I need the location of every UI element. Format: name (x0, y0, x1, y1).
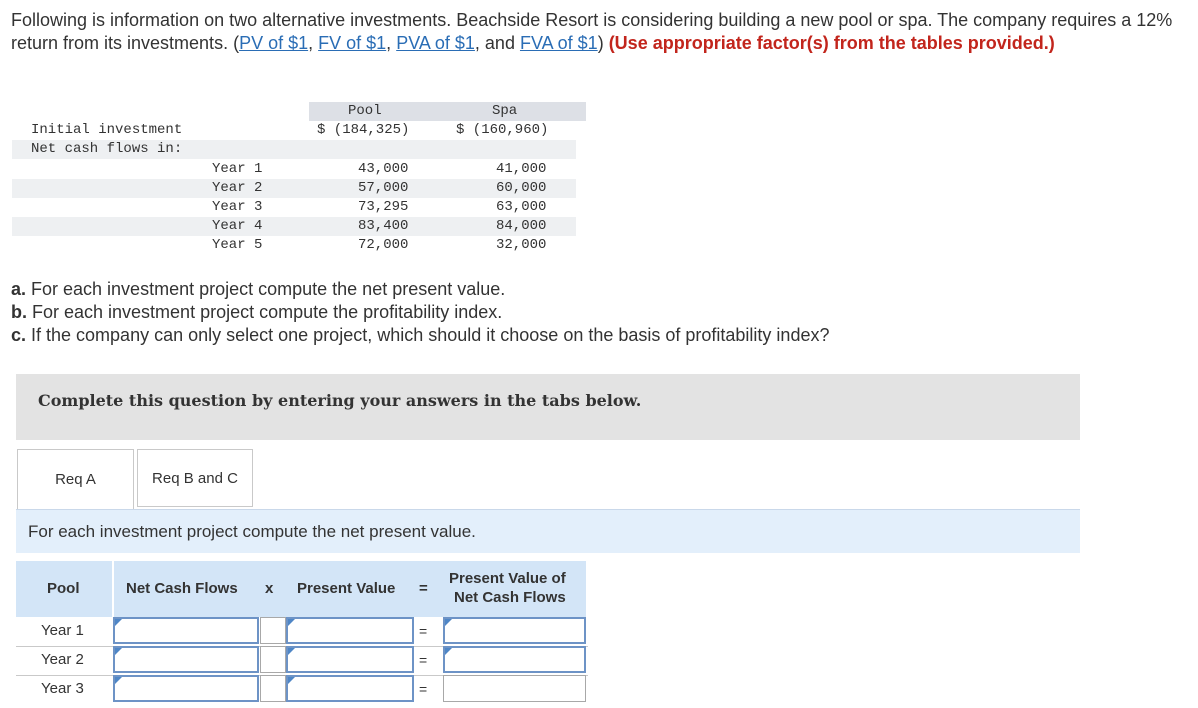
pool-cash-flow: 43,000 (358, 161, 409, 177)
question-text: For each investment project compute the … (26, 279, 506, 299)
year-label: Year 1 (212, 161, 263, 177)
table-row: Year 4 83,400 84,000 (12, 217, 576, 236)
spacer-cell (260, 675, 286, 702)
question-c: c. If the company can only select one pr… (11, 324, 829, 347)
header-cell: Present Value of Net Cash Flows (440, 561, 586, 617)
pool-cash-flow: 57,000 (358, 180, 409, 196)
equals-sign: = (419, 652, 428, 668)
table-row: Year 5 72,000 32,000 (12, 236, 576, 255)
table-row: Net cash flows in: (12, 140, 576, 159)
pv-link[interactable]: PV of $1 (239, 33, 308, 53)
input-marker-icon (115, 677, 122, 684)
input-marker-icon (445, 619, 452, 626)
present-value-input[interactable] (443, 646, 586, 673)
spa-cash-flow: 84,000 (496, 218, 547, 234)
row-year-label: Year 2 (41, 651, 84, 668)
spa-cash-flow: 60,000 (496, 180, 547, 196)
pv-factor-input[interactable] (286, 646, 414, 673)
pool-cash-flow: 72,000 (358, 237, 409, 253)
equals-sign: = (419, 681, 428, 697)
row-year-label: Year 3 (41, 680, 84, 697)
intro-instruction: (Use appropriate factor(s) from the tabl… (608, 33, 1055, 53)
initial-pool-value: $ (184,325) (317, 122, 410, 138)
header-cell: x (260, 561, 288, 617)
intro-sep: , (308, 33, 319, 53)
banner-text: Complete this question by entering your … (38, 391, 642, 410)
question-a: a. For each investment project compute t… (11, 278, 829, 301)
row-year-label: Year 1 (41, 622, 84, 639)
pv-factor-input[interactable] (286, 617, 414, 644)
pva-link[interactable]: PVA of $1 (396, 33, 475, 53)
spa-cash-flow: 41,000 (496, 161, 547, 177)
instructions-banner: Complete this question by entering your … (16, 374, 1080, 440)
year-label: Year 3 (212, 199, 263, 215)
table-header-row: Pool Spa (12, 102, 586, 121)
pool-cash-flow: 73,295 (358, 199, 409, 215)
present-value-input[interactable] (443, 675, 586, 702)
year-label: Year 4 (212, 218, 263, 234)
question-letter: c. (11, 325, 27, 345)
header-net-cash-flows: Net Cash Flows (126, 580, 238, 597)
input-marker-icon (115, 619, 122, 626)
intro-close: ) (597, 33, 609, 53)
pool-cash-flow: 83,400 (358, 218, 409, 234)
table-row: Year 2 57,000 60,000 (12, 179, 576, 198)
input-marker-icon (288, 619, 295, 626)
spa-cash-flow: 32,000 (496, 237, 547, 253)
initial-investment-label: Initial investment (31, 122, 183, 138)
header-present-value: Present Value (297, 580, 396, 597)
question-text: For each investment project compute the … (27, 302, 503, 322)
tab-req-a[interactable]: Req A (17, 449, 134, 509)
intro-sep: , and (474, 33, 520, 53)
initial-spa-value: $ (160,960) (456, 122, 549, 138)
table-row: Year 3 73,295 63,000 (12, 198, 576, 217)
col-spa-header: Spa (492, 103, 518, 119)
question-letter: a. (11, 279, 27, 299)
present-value-input[interactable] (443, 617, 586, 644)
net-cash-flow-input[interactable] (113, 617, 259, 644)
input-marker-icon (445, 648, 452, 655)
table-row: Initial investment $ (184,325) $ (160,96… (12, 121, 576, 140)
intro-sep: , (386, 33, 397, 53)
header-cell: Present Value (288, 561, 414, 617)
spa-cash-flow: 63,000 (496, 199, 547, 215)
spacer-cell (260, 617, 286, 644)
question-text: If the company can only select one proje… (26, 325, 830, 345)
header-cell: = (414, 561, 440, 617)
net-cash-flow-input[interactable] (113, 675, 259, 702)
header-equals: = (419, 580, 428, 597)
tab-req-b-and-c[interactable]: Req B and C (137, 449, 253, 507)
header-cell: Pool (16, 561, 112, 617)
fva-link[interactable]: FVA of $1 (520, 33, 598, 53)
tab-instruction-text: For each investment project compute the … (28, 522, 476, 541)
year-label: Year 2 (212, 180, 263, 196)
net-cash-flow-input[interactable] (113, 646, 259, 673)
fv-link[interactable]: FV of $1 (318, 33, 386, 53)
tab-instruction: For each investment project compute the … (16, 509, 1080, 553)
col-pool-header: Pool (348, 103, 382, 119)
header-times: x (265, 580, 274, 597)
problem-intro: Following is information on two alternat… (11, 9, 1181, 55)
equals-sign: = (419, 623, 428, 639)
header-pv-ncf-line1: Present Value of (449, 570, 566, 587)
question-letter: b. (11, 302, 27, 322)
input-marker-icon (115, 648, 122, 655)
year-label: Year 5 (212, 237, 263, 253)
input-marker-icon (288, 677, 295, 684)
input-marker-icon (288, 648, 295, 655)
question-b: b. For each investment project compute t… (11, 301, 829, 324)
header-cell: Net Cash Flows (114, 561, 274, 617)
spacer-cell (260, 646, 286, 673)
table-row: Year 1 43,000 41,000 (12, 160, 576, 179)
header-pv-ncf-line2: Net Cash Flows (454, 589, 566, 606)
question-list: a. For each investment project compute t… (11, 278, 829, 347)
net-cash-flows-label: Net cash flows in: (31, 141, 183, 157)
header-pool: Pool (47, 580, 80, 597)
pv-factor-input[interactable] (286, 675, 414, 702)
